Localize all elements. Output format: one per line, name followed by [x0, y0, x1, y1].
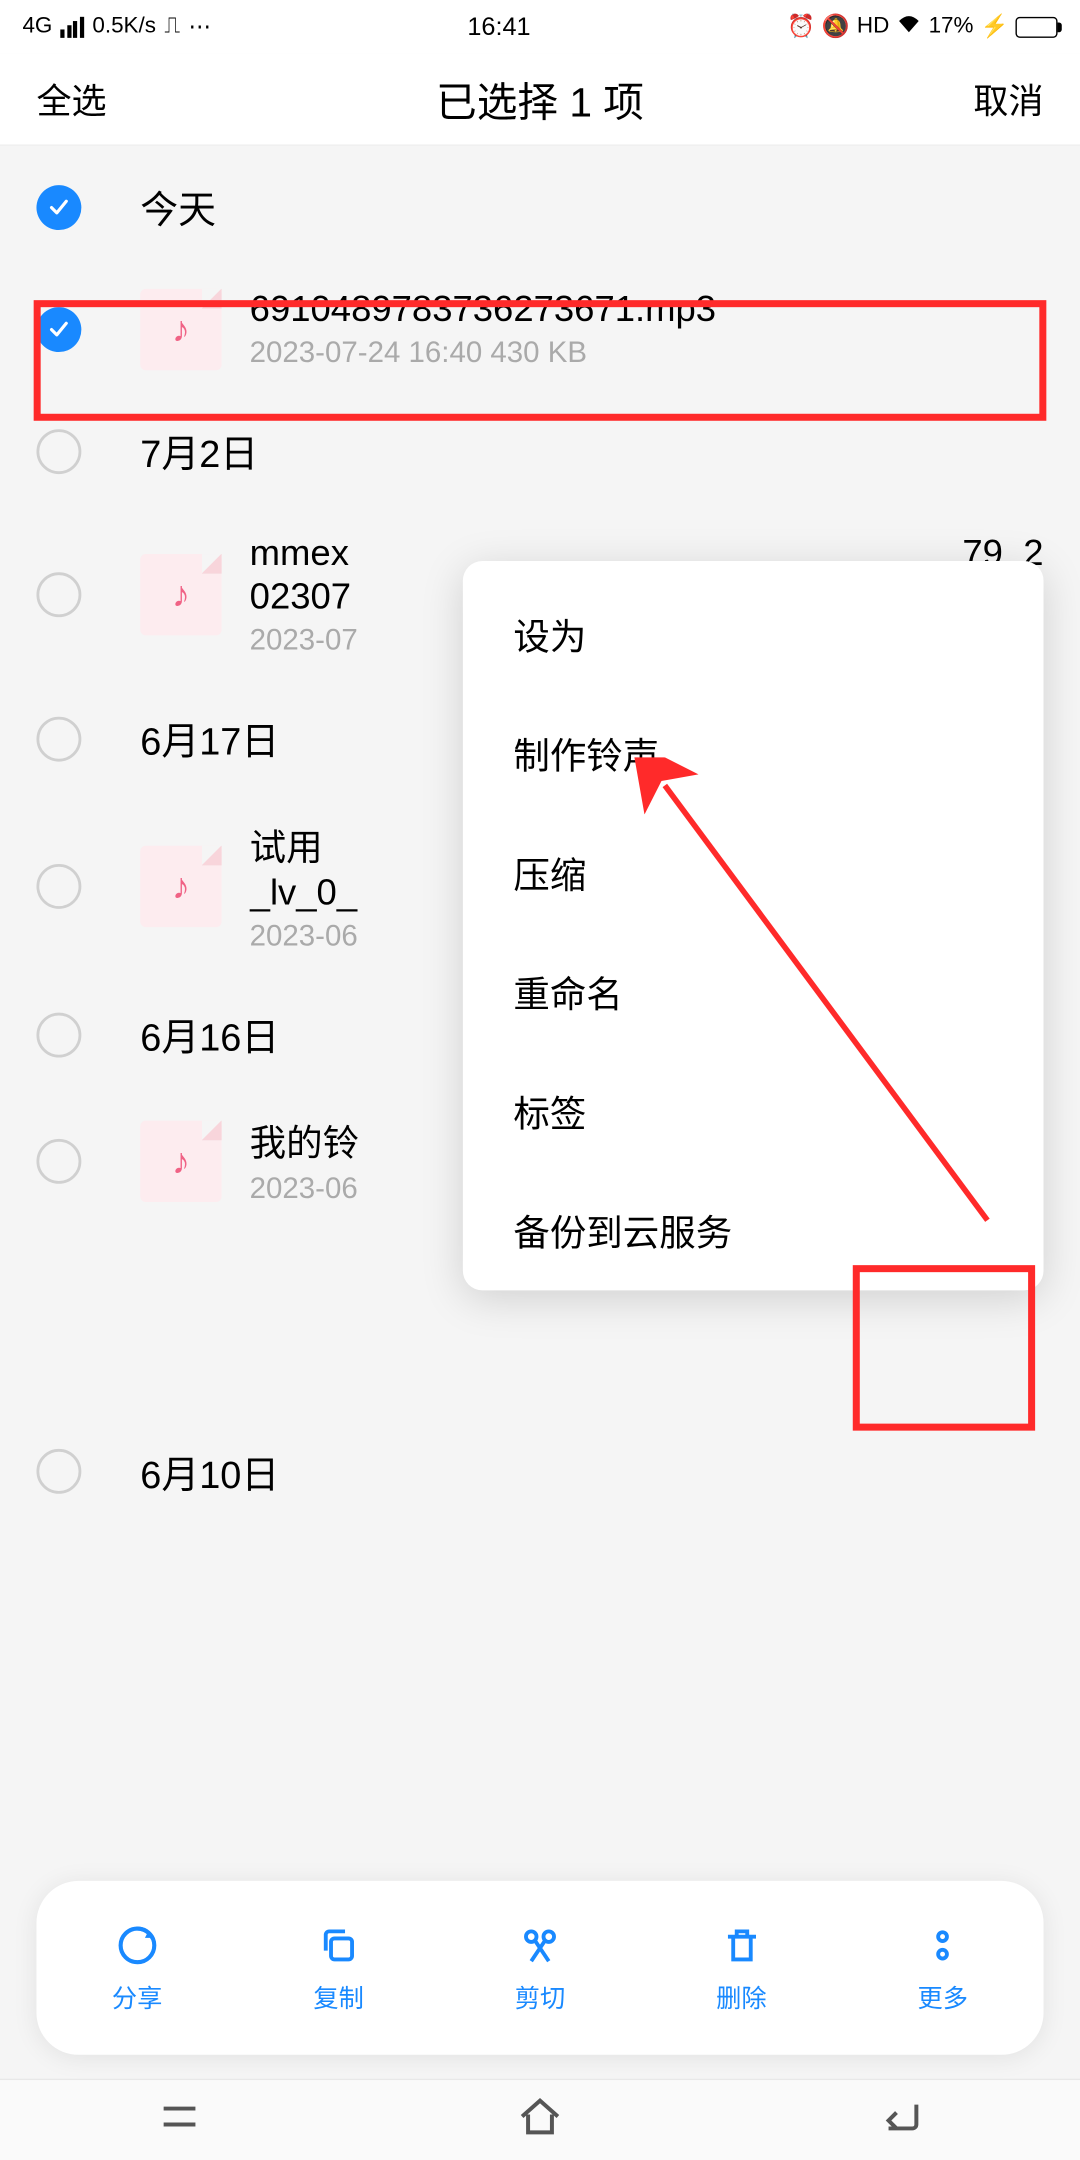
network-label: 4G: [22, 14, 52, 39]
selection-title: 已选择 1 项: [436, 69, 644, 128]
group-checkbox[interactable]: [36, 1012, 81, 1057]
action-bar: 分享 复制 剪切 删除 更多: [36, 1881, 1043, 2055]
delete-button[interactable]: 删除: [716, 1920, 766, 2015]
file-checkbox[interactable]: [36, 306, 81, 351]
file-name: 6910489783736273671.mp3: [250, 288, 1044, 331]
nav-home-icon[interactable]: [516, 2093, 564, 2148]
group-checkbox[interactable]: [36, 716, 81, 761]
battery-pct: 17%: [929, 14, 974, 39]
file-checkbox[interactable]: [36, 1138, 81, 1183]
select-all-button[interactable]: 全选: [36, 74, 106, 124]
usb-icon: ⎍: [164, 14, 180, 39]
system-nav-bar: [0, 2079, 1080, 2160]
status-bar: 4G 0.5K/s ⎍ ⋯ 16:41 ⏰ 🔕 HD 17% ⚡: [0, 0, 1080, 53]
group-header[interactable]: 7月2日: [0, 390, 1080, 512]
menu-make-ringtone[interactable]: 制作铃声: [463, 694, 1044, 813]
group-header[interactable]: 6月10日: [0, 1436, 1080, 1506]
share-button[interactable]: 分享: [112, 1920, 162, 2015]
group-checkbox[interactable]: [36, 428, 81, 473]
more-button[interactable]: 更多: [918, 1920, 968, 2015]
delete-icon: [720, 1920, 762, 1970]
file-name-line2: _lv_0_: [250, 871, 357, 914]
more-icon: [922, 1920, 964, 1970]
menu-backup-cloud[interactable]: 备份到云服务: [463, 1171, 1044, 1290]
dnd-icon: 🔕: [822, 13, 850, 41]
music-file-icon: ♪: [140, 288, 221, 369]
alarm-icon: ⏰: [787, 13, 815, 41]
menu-compress[interactable]: 压缩: [463, 814, 1044, 933]
battery-icon: [1015, 16, 1057, 37]
group-header-today[interactable]: 今天: [0, 146, 1080, 268]
music-file-icon: ♪: [140, 1120, 221, 1201]
group-label: 6月16日: [140, 1007, 279, 1062]
context-menu: 设为 制作铃声 压缩 重命名 标签 备份到云服务 打开方式: [463, 561, 1044, 1290]
charging-icon: ⚡: [981, 13, 1009, 41]
group-label: 6月17日: [140, 711, 279, 766]
nav-menu-icon[interactable]: [156, 2093, 204, 2148]
hd-label: HD: [857, 14, 889, 39]
file-name: mmex: [250, 532, 349, 575]
share-icon: [115, 1920, 160, 1970]
menu-rename[interactable]: 重命名: [463, 933, 1044, 1052]
share-label: 分享: [112, 1979, 162, 2015]
group-label: 今天: [140, 180, 216, 235]
status-time: 16:41: [467, 12, 530, 41]
cut-button[interactable]: 剪切: [515, 1920, 565, 2015]
cancel-button[interactable]: 取消: [973, 74, 1043, 124]
file-checkbox[interactable]: [36, 572, 81, 617]
cut-label: 剪切: [515, 1979, 565, 2015]
cut-icon: [519, 1920, 561, 1970]
music-file-icon: ♪: [140, 554, 221, 635]
group-checkbox[interactable]: [36, 1449, 81, 1494]
group-checkbox[interactable]: [36, 184, 81, 229]
nav-back-icon[interactable]: [876, 2093, 924, 2148]
copy-label: 复制: [313, 1979, 363, 2015]
network-speed: 0.5K/s: [92, 14, 156, 39]
wifi-icon: [896, 13, 921, 40]
file-row[interactable]: ♪ 6910489783736273671.mp3 2023-07-24 16:…: [0, 268, 1080, 390]
signal-icon: [61, 16, 84, 37]
file-meta: 2023-07-24 16:40 430 KB: [250, 337, 1044, 371]
copy-icon: [318, 1920, 360, 1970]
file-checkbox[interactable]: [36, 864, 81, 909]
group-label: 6月10日: [140, 1444, 279, 1499]
music-file-icon: ♪: [140, 846, 221, 927]
more-label: 更多: [918, 1979, 968, 2015]
menu-tag[interactable]: 标签: [463, 1052, 1044, 1171]
selection-header: 全选 已选择 1 项 取消: [0, 53, 1080, 146]
menu-set-as[interactable]: 设为: [463, 575, 1044, 694]
more-icon: ⋯: [189, 13, 211, 41]
delete-label: 删除: [716, 1979, 766, 2015]
group-label: 7月2日: [140, 424, 258, 479]
copy-button[interactable]: 复制: [313, 1920, 363, 2015]
